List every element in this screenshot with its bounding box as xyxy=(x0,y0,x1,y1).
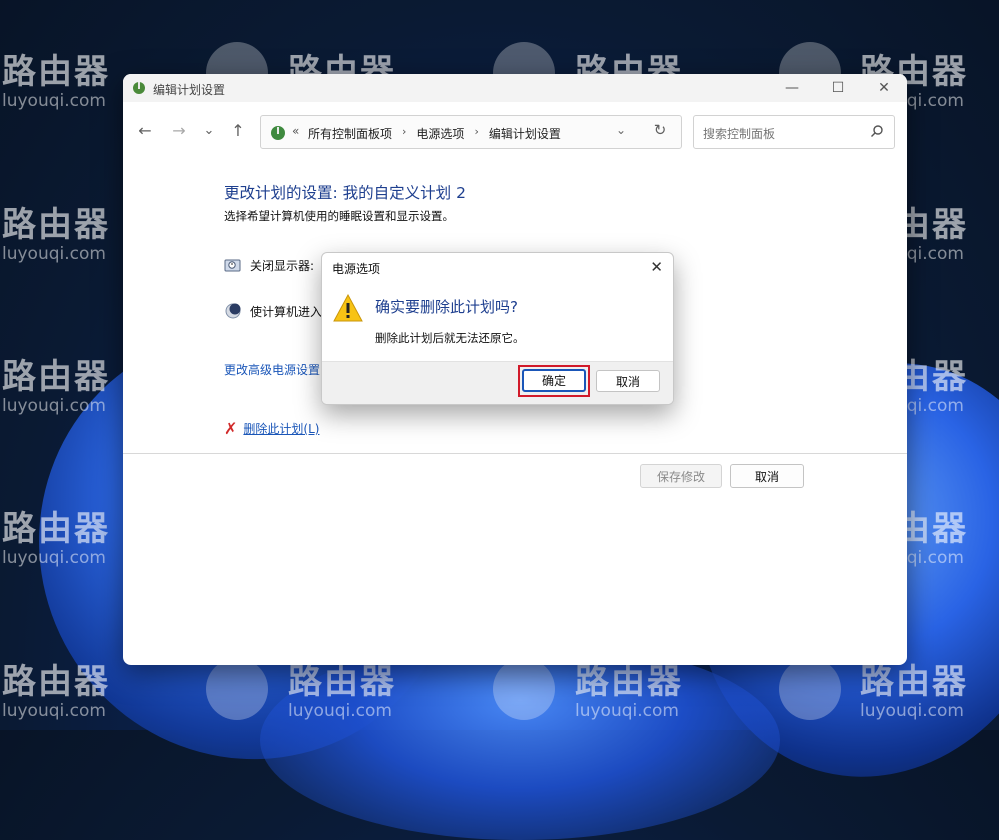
control-panel-icon xyxy=(271,126,285,140)
recent-locations-chevron-icon[interactable]: ⌄ xyxy=(198,119,220,141)
page-title: 更改计划的设置: 我的自定义计划 2 xyxy=(224,184,466,202)
dialog-close-icon[interactable]: ✕ xyxy=(650,258,663,276)
breadcrumb-item[interactable]: 编辑计划设置 xyxy=(489,125,561,142)
refresh-icon[interactable]: ↻ xyxy=(649,119,671,141)
breadcrumb: 所有控制面板项 › 电源选项 › 编辑计划设置 xyxy=(308,125,561,142)
monitor-clock-icon xyxy=(224,259,241,271)
dialog-footer: 确定 取消 xyxy=(322,361,673,404)
breadcrumb-overflow-icon[interactable]: « xyxy=(292,124,299,138)
watermark: 路由器 luyouqi.com xyxy=(2,208,110,263)
cancel-button[interactable]: 取消 xyxy=(730,464,804,488)
breadcrumb-item[interactable]: 电源选项 xyxy=(416,125,464,142)
navigation-bar: ← → ⌄ ↑ « 所有控制面板项 › 电源选项 › 编辑计划设置 ⌄ ↻ 搜索… xyxy=(123,102,907,160)
watermark-cn: 路由器 xyxy=(2,52,110,92)
confirm-delete-dialog: 电源选项 ✕ 确实要删除此计划吗? 删除此计划后就无法还原它。 确定 取消 xyxy=(321,252,674,405)
confirm-button[interactable]: 确定 xyxy=(522,369,586,392)
forward-arrow-icon[interactable]: → xyxy=(168,119,190,141)
back-arrow-icon[interactable]: ← xyxy=(134,119,156,141)
search-placeholder: 搜索控制面板 xyxy=(703,127,776,141)
sleep-label: 使计算机进入 xyxy=(250,304,323,319)
watermark-logo xyxy=(206,658,268,720)
delete-x-icon: ✗ xyxy=(224,419,238,438)
dialog-message: 删除此计划后就无法还原它。 xyxy=(375,331,525,345)
dialog-title: 电源选项 xyxy=(332,262,381,276)
watermark: 路由器 luyouqi.com xyxy=(2,55,110,110)
moon-icon xyxy=(225,303,241,319)
address-bar[interactable]: « 所有控制面板项 › 电源选项 › 编辑计划设置 ⌄ xyxy=(260,115,682,149)
display-off-setting: 关闭显示器: xyxy=(224,257,314,274)
title-bar[interactable]: 编辑计划设置 — ☐ ✕ xyxy=(123,74,907,102)
breadcrumb-item[interactable]: 所有控制面板项 xyxy=(308,125,392,142)
address-dropdown-icon[interactable]: ⌄ xyxy=(616,123,626,137)
page-description: 选择希望计算机使用的睡眠设置和显示设置。 xyxy=(224,209,454,223)
search-input[interactable]: 搜索控制面板 xyxy=(693,115,895,149)
breadcrumb-separator-icon[interactable]: › xyxy=(402,125,406,142)
watermark-cn: 路由器 xyxy=(2,357,110,397)
sleep-setting: 使计算机进入 xyxy=(224,302,322,320)
delete-plan-link[interactable]: ✗ 删除此计划(L) xyxy=(224,419,319,438)
delete-plan-label: 删除此计划(L) xyxy=(243,422,320,436)
maximize-button[interactable]: ☐ xyxy=(815,74,861,102)
window-title: 编辑计划设置 xyxy=(153,83,226,97)
search-icon xyxy=(871,125,883,137)
power-options-icon xyxy=(133,82,145,94)
close-button[interactable]: ✕ xyxy=(861,74,907,102)
watermark-logo xyxy=(779,658,841,720)
watermark-en: luyouqi.com xyxy=(2,244,106,264)
display-off-label: 关闭显示器: xyxy=(250,259,315,273)
dialog-question: 确实要删除此计划吗? xyxy=(375,298,518,316)
save-changes-button[interactable]: 保存修改 xyxy=(640,464,722,488)
breadcrumb-separator-icon[interactable]: › xyxy=(474,125,478,142)
divider xyxy=(123,453,907,454)
watermark-logo xyxy=(493,658,555,720)
warning-icon xyxy=(333,294,363,322)
minimize-button[interactable]: — xyxy=(769,74,815,102)
advanced-power-settings-link[interactable]: 更改高级电源设置 xyxy=(224,361,320,378)
up-arrow-icon[interactable]: ↑ xyxy=(227,119,249,141)
watermark-cn: 路由器 xyxy=(2,205,110,245)
dialog-cancel-button[interactable]: 取消 xyxy=(596,370,660,392)
watermark-en: luyouqi.com xyxy=(2,91,106,111)
watermark-en: luyouqi.com xyxy=(2,701,106,721)
